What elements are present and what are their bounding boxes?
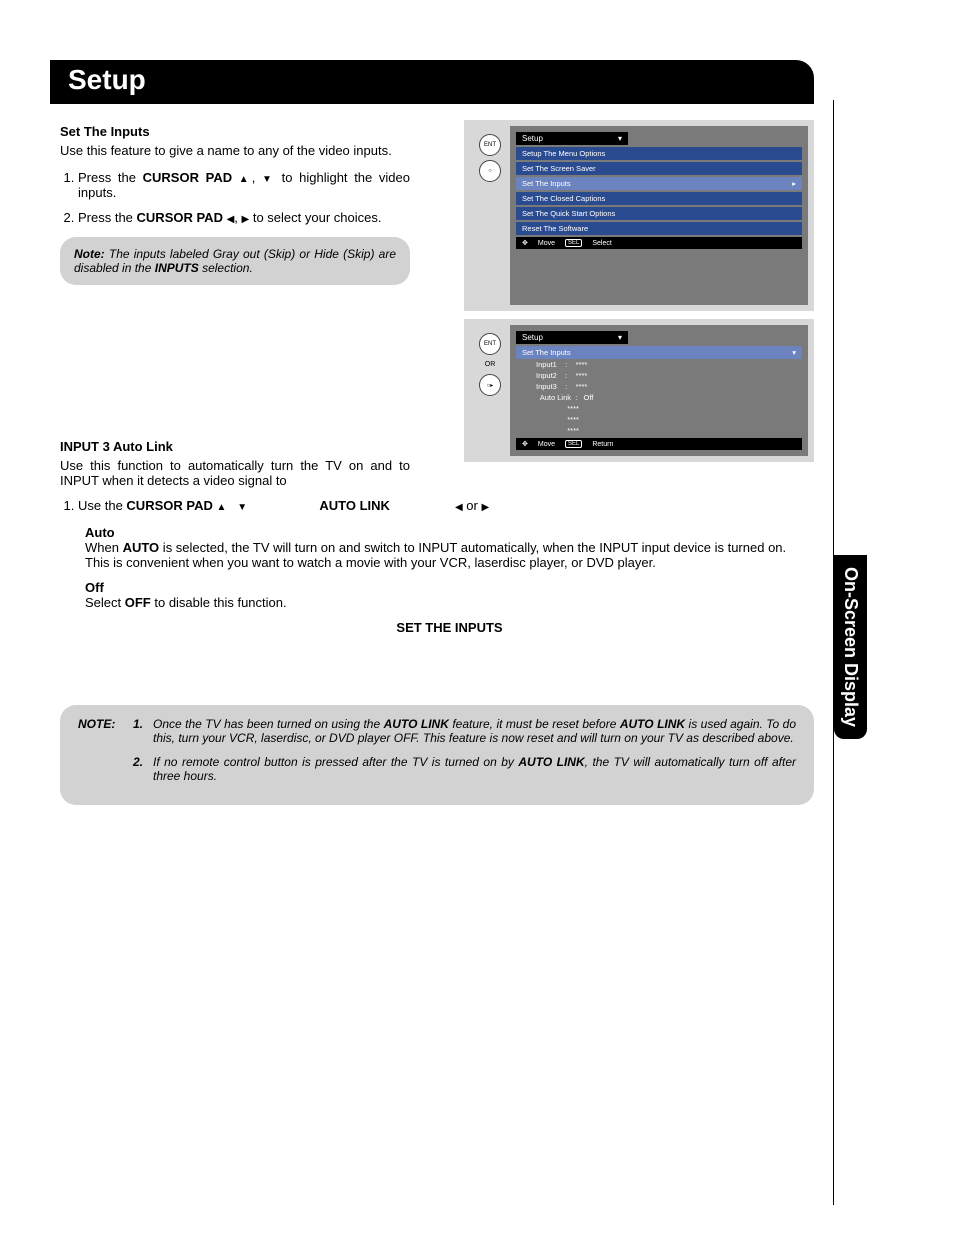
osd-row: Input2 : **** <box>516 370 802 381</box>
section-heading-set-inputs: Set The Inputs <box>60 124 410 139</box>
remote-button-cursor: ○▸ <box>479 374 501 396</box>
osd-item: Reset The Software <box>516 222 802 235</box>
osd-row: Input3 : **** <box>516 381 802 392</box>
set-inputs-footer: SET THE INPUTS <box>85 620 814 635</box>
section-heading-auto-link: INPUT 3 Auto Link <box>60 439 410 454</box>
remote-button-cursor: ○ <box>479 160 501 182</box>
osd-footer: ✥Move SELSelect <box>516 237 802 249</box>
step-1: Press the CURSOR PAD ▲, ▼ to highlight t… <box>78 170 410 200</box>
right-icon: ▶ <box>481 502 489 513</box>
osd-row: **** <box>516 425 802 436</box>
remote-button-ent: ENT <box>479 134 501 156</box>
osd-row: **** <box>516 414 802 425</box>
note-box-1: Note: The inputs labeled Gray out (Skip)… <box>60 237 410 285</box>
osd-row: Input1 : **** <box>516 359 802 370</box>
note-box-2: NOTE: 1. Once the TV has been turned on … <box>60 705 814 805</box>
autolink-step-1: Use the CURSOR PAD ▲ ▼ AUTO LINK ◀ or ▶ <box>78 498 814 513</box>
intro-text: Use this function to automatically turn … <box>60 458 410 488</box>
osd-subtitle: Set The Inputs▾ <box>516 346 802 359</box>
down-icon: ▼ <box>262 174 275 185</box>
osd-item: Set The Screen Saver <box>516 162 802 175</box>
auto-text: When AUTO is selected, the TV will turn … <box>85 540 814 570</box>
intro-text: Use this feature to give a name to any o… <box>60 143 410 158</box>
down-icon: ▼ <box>237 502 247 513</box>
osd-item: Set The Quick Start Options <box>516 207 802 220</box>
osd-title: Setup ▾ <box>516 132 628 145</box>
osd-item: Set The Closed Captions <box>516 192 802 205</box>
step-2: Press the CURSOR PAD ◀, ▶ to select your… <box>78 210 410 225</box>
osd-panel-2: ENT OR ○▸ Setup ▾ Set The Inputs▾ Input1… <box>464 319 814 462</box>
remote-button-ent: ENT <box>479 333 501 355</box>
or-label: OR <box>485 361 496 368</box>
osd-title: Setup ▾ <box>516 331 628 344</box>
osd-row: **** <box>516 403 802 414</box>
dpad-icon: ✥ <box>522 440 528 448</box>
dpad-icon: ✥ <box>522 239 528 247</box>
off-heading: Off <box>85 580 814 595</box>
osd-footer: ✥Move SELReturn <box>516 438 802 450</box>
osd-row: Auto Link : Off <box>516 392 802 403</box>
osd-item-selected: Set The Inputs▸ <box>516 177 802 190</box>
section-tab: On-Screen Display <box>834 555 867 739</box>
page-title: Setup <box>50 60 814 104</box>
up-icon: ▲ <box>216 502 226 513</box>
osd-item: Setup The Menu Options <box>516 147 802 160</box>
left-icon: ◀ <box>455 502 463 513</box>
osd-panel-1: ENT ○ Setup ▾ Setup The Menu Options Set… <box>464 120 814 311</box>
off-text: Select OFF to disable this function. <box>85 595 814 610</box>
up-icon: ▲ <box>239 174 252 185</box>
auto-heading: Auto <box>85 525 814 540</box>
